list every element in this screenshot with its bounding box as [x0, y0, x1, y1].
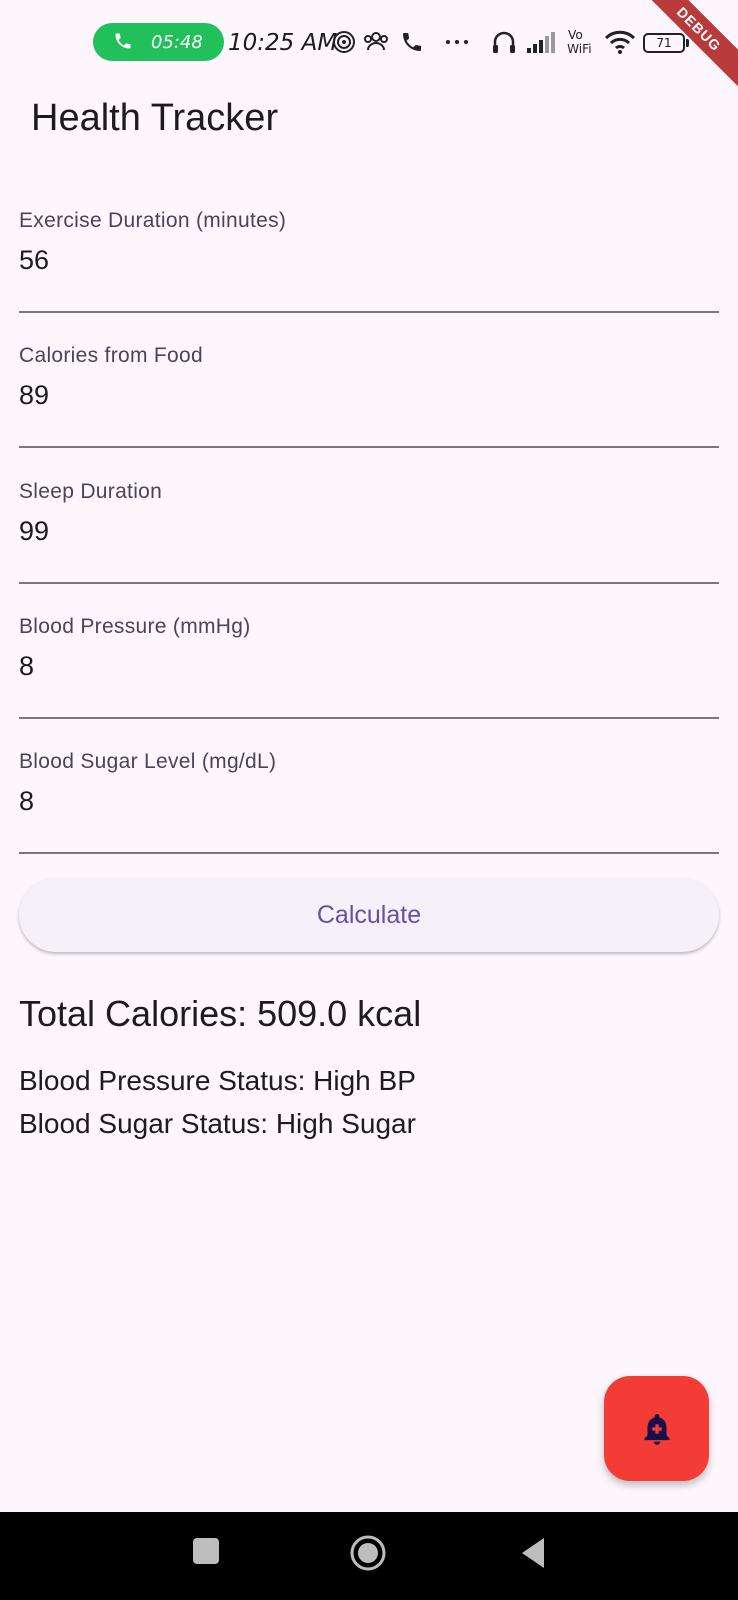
calculate-button[interactable]: Calculate [19, 878, 719, 952]
field-label: Sleep Duration [19, 480, 163, 503]
ongoing-call-pill[interactable]: 05:48 [93, 23, 224, 61]
blood-pressure-field[interactable]: Blood Pressure (mmHg) 8 [19, 599, 719, 719]
blood-sugar-field[interactable]: Blood Sugar Level (mg/dL) 8 [19, 734, 719, 854]
call-timer: 05:48 [151, 32, 203, 53]
svg-text:Vo: Vo [568, 28, 583, 42]
blood-sugar-input[interactable]: 8 [19, 786, 679, 817]
field-label: Calories from Food [19, 344, 203, 367]
call-icon [403, 33, 421, 51]
wifi-icon [604, 30, 636, 54]
sleep-duration-input[interactable]: 99 [19, 516, 679, 547]
blood-pressure-input[interactable]: 8 [19, 651, 679, 682]
more-dots-icon [446, 40, 468, 44]
blood-pressure-status: Blood Pressure Status: High BP [19, 1065, 416, 1096]
back-triangle-icon[interactable] [518, 1536, 548, 1570]
svg-text:WiFi: WiFi [567, 42, 592, 56]
people-icon [364, 32, 388, 51]
status-bar: 05:48 10:25 AM Vo WiFi 71 [0, 0, 738, 88]
blood-sugar-status: Blood Sugar Status: High Sugar [19, 1108, 416, 1139]
system-navigation-bar [0, 1512, 738, 1600]
field-underline [19, 717, 719, 719]
page-title: Health Tracker [31, 97, 279, 139]
vowifi-icon: Vo WiFi [567, 28, 592, 56]
field-underline [19, 582, 719, 584]
recents-square-icon[interactable] [191, 1536, 221, 1566]
field-label: Blood Pressure (mmHg) [19, 615, 251, 638]
add-reminder-fab[interactable] [604, 1376, 709, 1481]
total-calories-result: Total Calories: 509.0 kcal [19, 993, 422, 1034]
phone-icon [115, 33, 131, 49]
sleep-duration-field[interactable]: Sleep Duration 99 [19, 464, 719, 584]
field-label: Blood Sugar Level (mg/dL) [19, 750, 277, 773]
battery-icon: 71 [643, 33, 689, 53]
field-underline [19, 852, 719, 854]
notification-add-icon [644, 1413, 670, 1445]
headphones-icon [493, 31, 515, 53]
field-underline [19, 446, 719, 448]
signal-icon [527, 32, 555, 53]
fingerprint-icon [333, 31, 355, 53]
status-clock: 10:25 AM [228, 30, 338, 56]
field-label: Exercise Duration (minutes) [19, 209, 287, 232]
calories-from-food-field[interactable]: Calories from Food 89 [19, 328, 719, 448]
exercise-duration-field[interactable]: Exercise Duration (minutes) 56 [19, 193, 719, 313]
home-circle-icon[interactable] [349, 1534, 387, 1572]
calories-from-food-input[interactable]: 89 [19, 380, 679, 411]
exercise-duration-input[interactable]: 56 [19, 245, 679, 276]
field-underline [19, 311, 719, 313]
